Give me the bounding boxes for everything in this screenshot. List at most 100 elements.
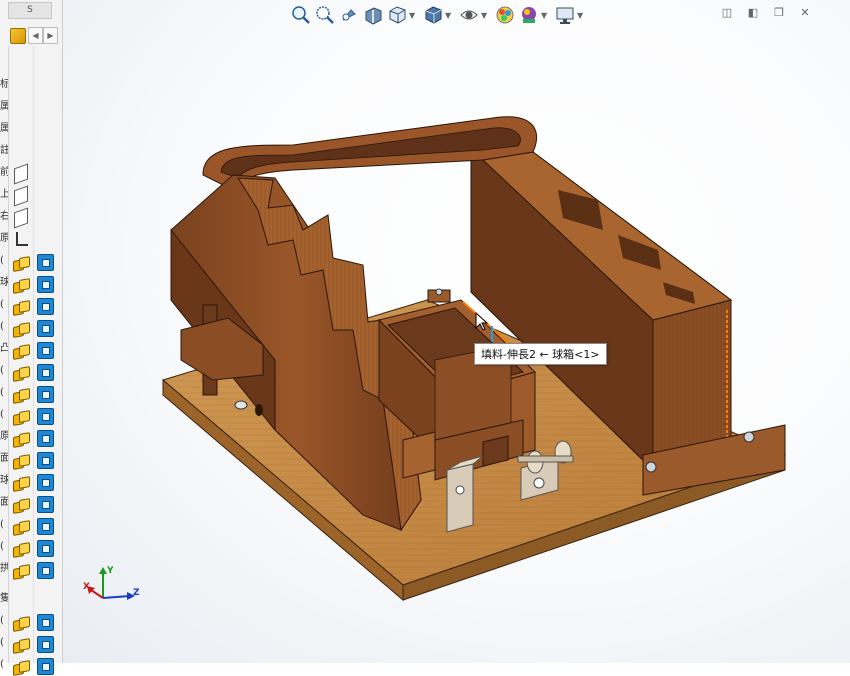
tree-row-label: 凸 <box>0 343 8 354</box>
tree-row[interactable]: ( <box>0 362 62 382</box>
scroll-right-button[interactable]: ▶ <box>43 27 58 44</box>
triad-z-label: Z <box>133 588 140 598</box>
tree-row[interactable]: 上 <box>0 185 62 207</box>
zoom-to-area-icon[interactable] <box>315 4 335 26</box>
tree-row-label: ( <box>0 541 4 552</box>
tree-row-label: 右 <box>0 211 8 222</box>
tree-row[interactable]: ( <box>0 612 62 632</box>
zoom-to-fit-icon[interactable] <box>291 4 311 26</box>
component-icon <box>37 298 54 315</box>
tree-row[interactable]: ( <box>0 318 62 338</box>
apply-scene-icon[interactable] <box>519 4 539 26</box>
tree-row-label: ( <box>0 321 4 332</box>
part-icon <box>12 320 30 338</box>
tree-row-label: ( <box>0 519 4 530</box>
tile-left-button[interactable]: ◫ <box>720 6 734 20</box>
tree-row[interactable]: 球 <box>0 274 62 294</box>
part-icon <box>12 408 30 426</box>
mouse-cursor-icon <box>475 312 489 331</box>
part-icon <box>12 496 30 514</box>
tree-row-label: 隻 <box>0 593 8 604</box>
part-icon <box>12 364 30 382</box>
part-icon <box>12 562 30 580</box>
graphics-area[interactable]: ▼ ▼ ▼ ▼ ▼ ◫ ◧ ❐ ✕ 填料-伸長2 ← 球箱<1> X Y Z <box>63 0 850 663</box>
part-icon <box>12 254 30 272</box>
component-icon <box>37 320 54 337</box>
component-icon <box>37 364 54 381</box>
plane-icon <box>14 185 28 207</box>
tree-row[interactable]: 面 <box>0 450 62 470</box>
tree-row-label: 标 <box>0 79 8 90</box>
edit-appearance-icon[interactable] <box>495 4 515 26</box>
part-icon <box>12 614 30 632</box>
tree-row[interactable]: 凸 <box>0 340 62 360</box>
tree-row-label: 球 <box>0 475 8 486</box>
tree-row[interactable]: 面 <box>0 494 62 514</box>
tree-row[interactable]: ( <box>0 516 62 536</box>
tree-row-label: 上 <box>0 189 8 200</box>
tree-row[interactable]: ( <box>0 296 62 316</box>
component-icon <box>37 254 54 271</box>
component-icon <box>37 658 54 675</box>
tree-row[interactable]: 註 <box>0 142 62 162</box>
tree-row[interactable]: ( <box>0 538 62 558</box>
tree-row-label: 註 <box>0 145 8 156</box>
tree-row[interactable]: 属 <box>0 98 62 118</box>
part-icon <box>12 540 30 558</box>
tree-row[interactable]: 属 <box>0 120 62 140</box>
part-icon <box>12 452 30 470</box>
scroll-left-button[interactable]: ◀ <box>28 27 43 44</box>
tree-row[interactable]: ( <box>0 656 62 676</box>
display-style-icon[interactable] <box>423 4 443 26</box>
tree-row[interactable]: 标 <box>0 76 62 96</box>
tree-row-label: ( <box>0 387 4 398</box>
tree-row[interactable]: ( <box>0 384 62 404</box>
assembly-icon[interactable] <box>10 28 26 44</box>
component-icon <box>37 342 54 359</box>
tree-row-label: 前 <box>0 167 8 178</box>
part-icon <box>12 342 30 360</box>
panel-nav-row: ◀ ▶ <box>8 27 60 45</box>
component-icon <box>37 518 54 535</box>
component-icon <box>37 562 54 579</box>
tree-row[interactable]: 前 <box>0 163 62 185</box>
previous-view-icon[interactable] <box>339 4 359 26</box>
reference-triad: X Y Z <box>83 566 143 612</box>
restore-window-button[interactable]: ❐ <box>772 6 786 20</box>
part-icon <box>12 276 30 294</box>
component-icon <box>37 408 54 425</box>
feature-manager-panel: S ◀ ▶ 标属属註前上右原(球((凸(((原面球面((拱隻((( <box>0 0 63 676</box>
tree-row[interactable]: 原 <box>0 230 62 250</box>
assembly-model[interactable] <box>63 0 850 663</box>
part-icon <box>12 658 30 676</box>
tree-row-label: 球 <box>0 277 8 288</box>
component-icon <box>37 276 54 293</box>
tree-row-label: ( <box>0 615 4 626</box>
tree-row-label: 原 <box>0 233 8 244</box>
tree-row-label: ( <box>0 409 4 420</box>
view-orientation-icon[interactable] <box>387 4 407 26</box>
tree-row[interactable]: ( <box>0 634 62 654</box>
tree-row-label: 属 <box>0 123 8 134</box>
panel-tab[interactable]: S <box>8 2 52 19</box>
tree-row[interactable]: 右 <box>0 207 62 229</box>
tile-right-button[interactable]: ◧ <box>746 6 760 20</box>
part-icon <box>12 474 30 492</box>
component-icon <box>37 540 54 557</box>
view-settings-icon[interactable] <box>555 4 575 26</box>
tree-row[interactable]: 球 <box>0 472 62 492</box>
tree-row[interactable]: ( <box>0 406 62 426</box>
origin-icon <box>12 230 30 248</box>
tree-row-label: 面 <box>0 497 8 508</box>
plane-icon <box>14 207 28 229</box>
component-icon <box>37 430 54 447</box>
close-window-button[interactable]: ✕ <box>798 6 812 20</box>
section-view-icon[interactable] <box>363 4 383 26</box>
tree-row[interactable]: 原 <box>0 428 62 448</box>
tree-row[interactable]: 拱 <box>0 560 62 580</box>
hide-show-items-icon[interactable] <box>459 4 479 26</box>
component-icon <box>37 474 54 491</box>
part-icon <box>12 298 30 316</box>
tree-row[interactable]: 隻 <box>0 590 62 610</box>
tree-row[interactable]: ( <box>0 252 62 272</box>
